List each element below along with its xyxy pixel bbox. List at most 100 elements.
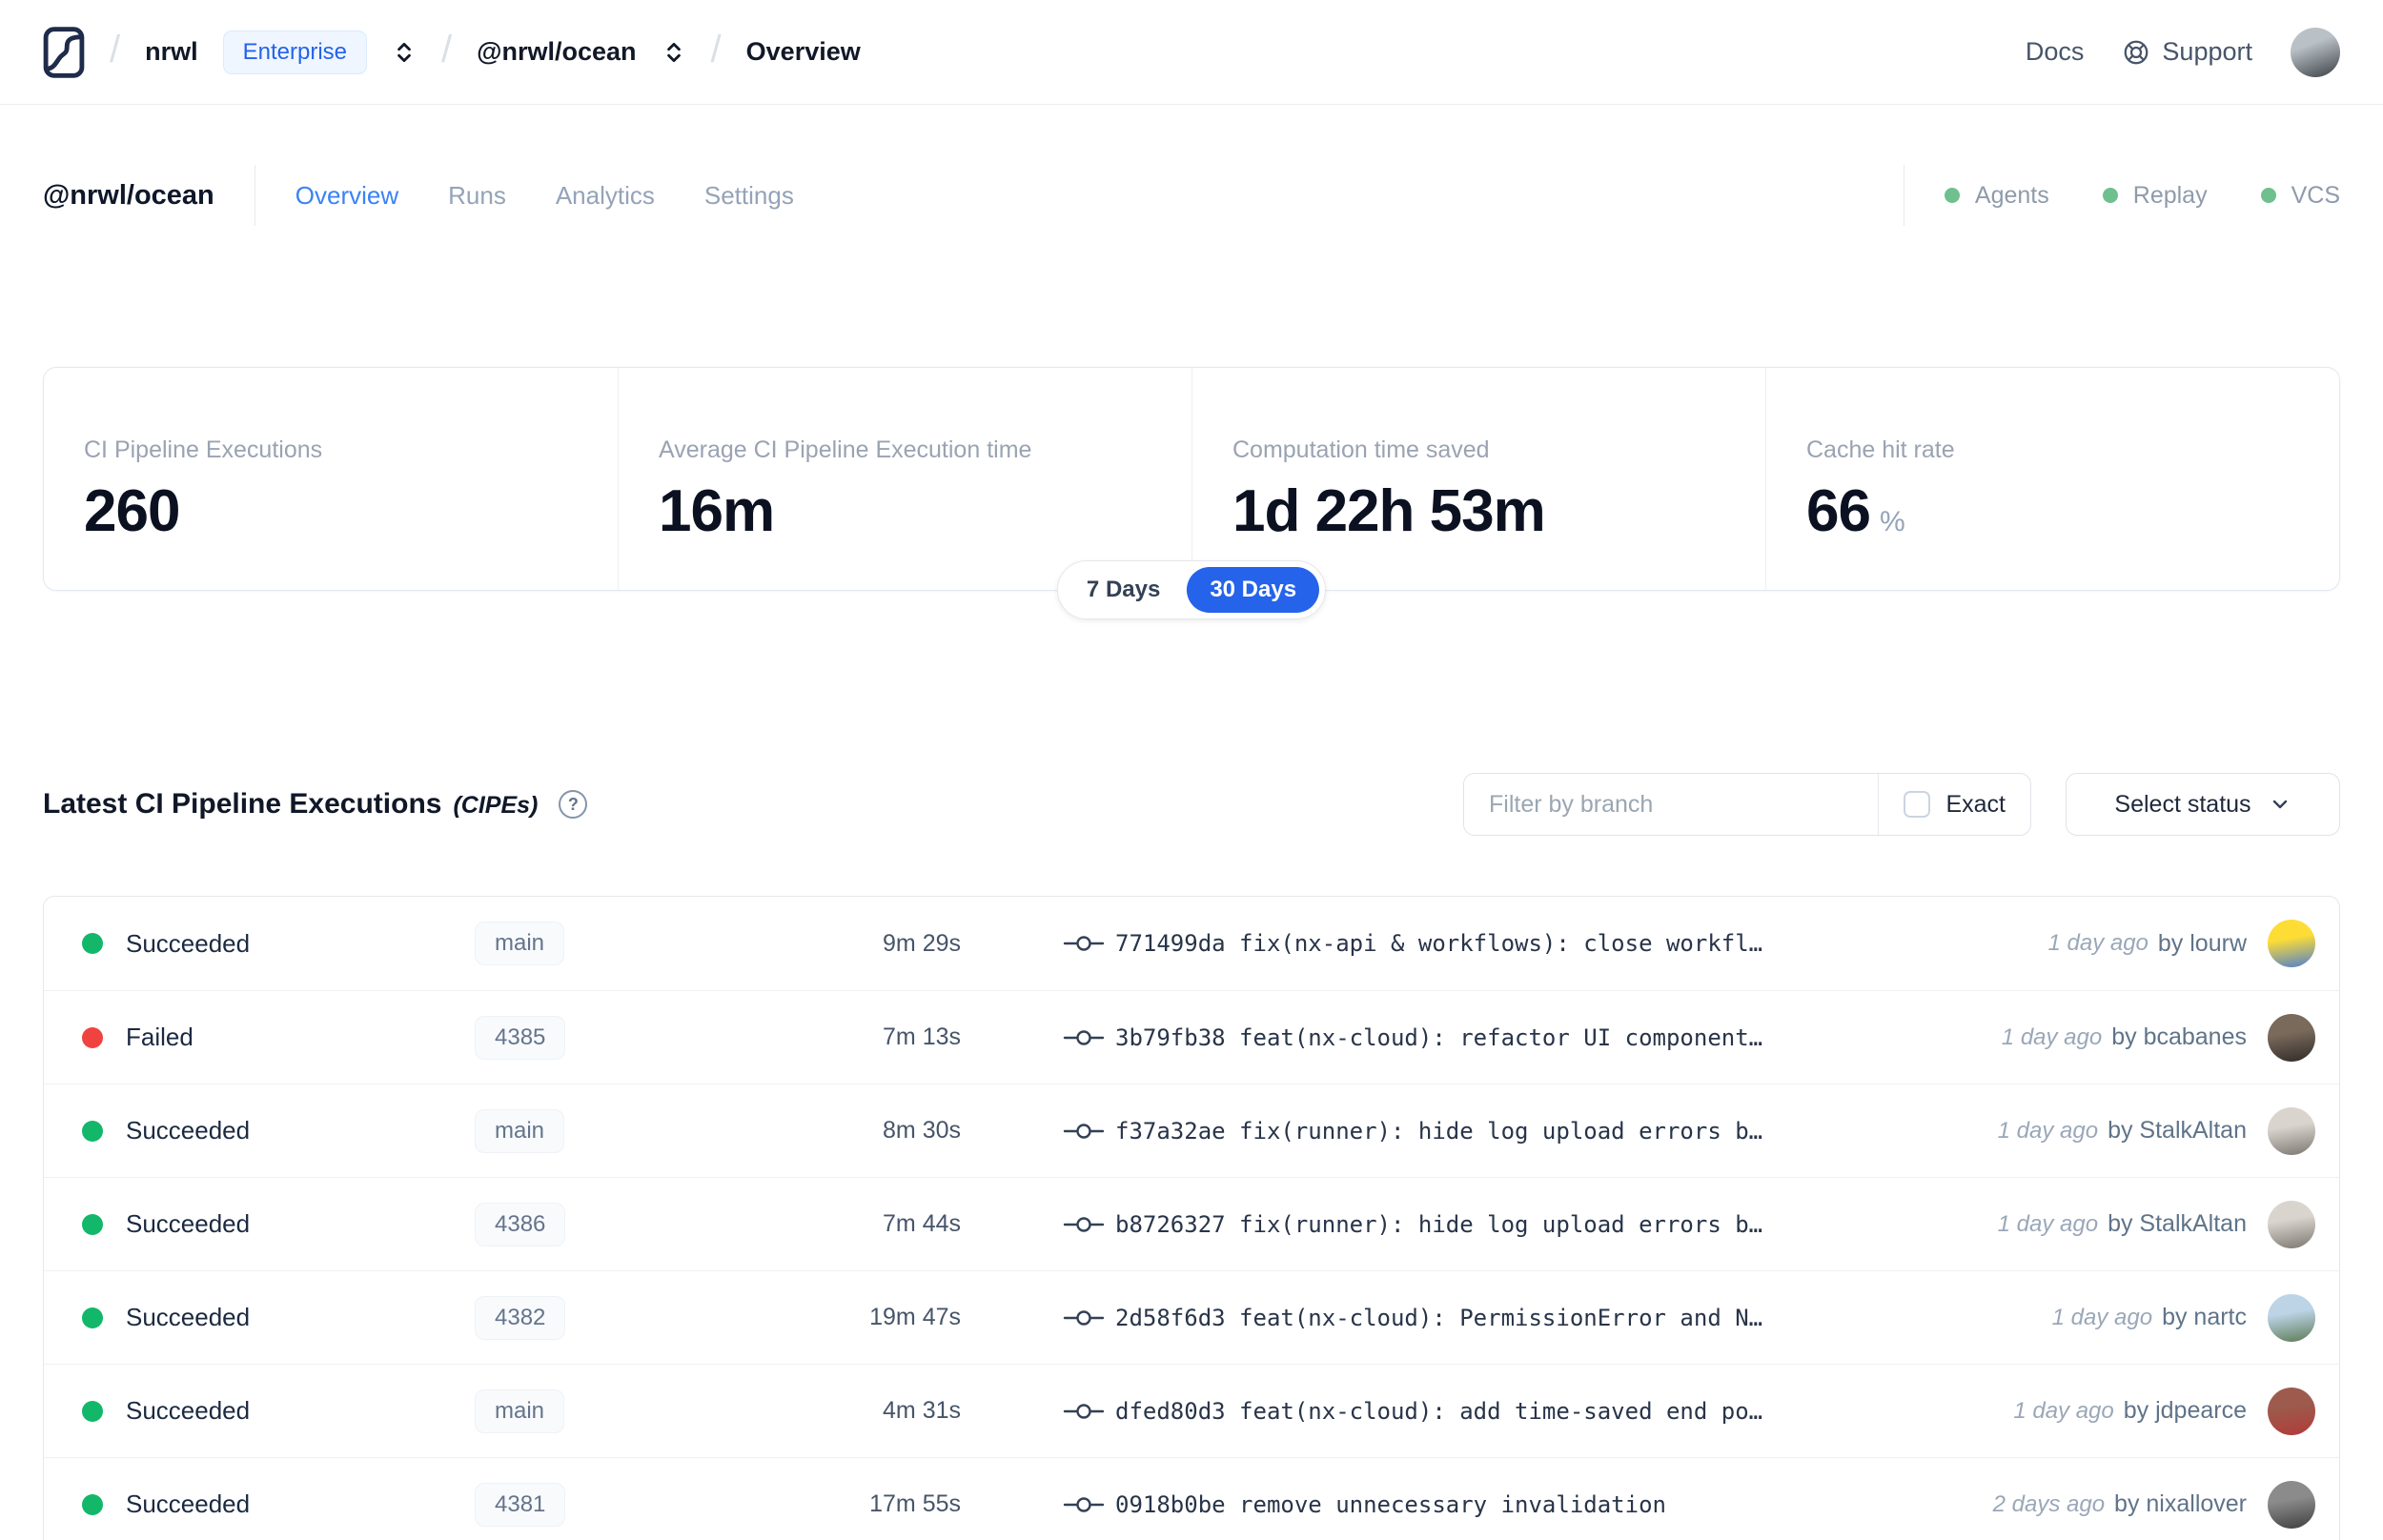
cipe-title-text: Latest CI Pipeline Executions bbox=[43, 788, 442, 820]
org-selector-chevrons-icon[interactable] bbox=[392, 38, 417, 67]
branch-cell: 4382 bbox=[456, 1295, 684, 1340]
cipe-status: Failed bbox=[126, 1023, 193, 1051]
exact-checkbox[interactable] bbox=[1904, 791, 1931, 818]
commit-message[interactable]: 771499da fix(nx-api & workflows): close … bbox=[1115, 930, 1762, 957]
branch-filter-input[interactable] bbox=[1464, 774, 1879, 835]
author-avatar bbox=[2268, 1480, 2315, 1529]
status-link-label: VCS bbox=[2291, 181, 2340, 209]
cipe-time-ago: 2 days ago bbox=[1992, 1490, 2106, 1517]
git-commit-icon bbox=[1062, 1399, 1106, 1424]
branch-pill[interactable]: 4382 bbox=[475, 1295, 566, 1340]
cipe-time-ago: 1 day ago bbox=[1997, 1210, 2099, 1237]
breadcrumb-workspace[interactable]: @nrwl/ocean bbox=[477, 37, 636, 67]
status-link-agents[interactable]: Agents bbox=[1944, 181, 2049, 210]
exact-label: Exact bbox=[1945, 790, 2006, 818]
breadcrumb-separator: / bbox=[441, 29, 453, 71]
stat-value: 1d 22h 53m bbox=[1232, 478, 1546, 544]
branch-pill[interactable]: 4381 bbox=[475, 1482, 566, 1527]
cipe-status: Succeeded bbox=[126, 928, 251, 958]
cipe-duration: 7m 13s bbox=[883, 1023, 961, 1050]
cipe-row[interactable]: Failed 4385 7m 13s 3b79fb38 feat(nx-clou… bbox=[44, 990, 2339, 1084]
status-dot bbox=[82, 1493, 103, 1515]
commit-message[interactable]: 0918b0be remove unnecessary invalidation bbox=[1115, 1491, 1666, 1518]
cipe-time-ago: 1 day ago bbox=[2047, 930, 2149, 956]
stat-label: CI Pipeline Executions bbox=[84, 436, 323, 463]
branch-cell: main bbox=[456, 1108, 684, 1153]
author-avatar bbox=[2268, 1200, 2315, 1248]
help-icon[interactable]: ? bbox=[559, 790, 588, 819]
breadcrumb-org[interactable]: nrwl bbox=[145, 37, 198, 67]
cipe-duration: 9m 29s bbox=[883, 929, 961, 957]
status-link-label: Agents bbox=[1974, 181, 2049, 209]
docs-link[interactable]: Docs bbox=[2026, 37, 2085, 67]
workspace-selector-chevrons-icon[interactable] bbox=[662, 38, 686, 67]
breadcrumb-separator: / bbox=[110, 29, 121, 71]
git-commit-icon bbox=[1062, 1306, 1106, 1330]
cipe-heading-row: Latest CI Pipeline Executions (CIPEs) ? E… bbox=[43, 772, 2340, 837]
cipe-table: Succeeded main 9m 29s 771499da fix(nx-ap… bbox=[43, 896, 2340, 1540]
author-avatar bbox=[2268, 1387, 2315, 1435]
green-dot-icon bbox=[2260, 188, 2276, 203]
user-avatar[interactable] bbox=[2291, 27, 2340, 77]
cipe-row[interactable]: Succeeded 4386 7m 44s b8726327 fix(runne… bbox=[44, 1177, 2339, 1270]
range-option-30-days[interactable]: 30 Days bbox=[1187, 567, 1320, 613]
tab-settings[interactable]: Settings bbox=[704, 181, 794, 211]
green-dot-icon bbox=[1944, 188, 1960, 203]
cipe-status: Succeeded bbox=[126, 1303, 251, 1331]
cipe-meta: 1 day ago by lourw bbox=[2047, 930, 2247, 958]
author-avatar bbox=[2268, 1293, 2315, 1342]
stat-card: CI Pipeline Executions 260 bbox=[44, 368, 618, 590]
cipe-status: Succeeded bbox=[126, 1396, 251, 1425]
branch-pill[interactable]: main bbox=[475, 1388, 565, 1433]
cipe-row[interactable]: Succeeded main 4m 31s dfed80d3 feat(nx-c… bbox=[44, 1364, 2339, 1457]
cipe-row[interactable]: Succeeded 4382 19m 47s 2d58f6d3 feat(nx-… bbox=[44, 1270, 2339, 1364]
support-link[interactable]: Support bbox=[2122, 37, 2252, 67]
branch-cell: 4385 bbox=[456, 1015, 684, 1060]
support-label: Support bbox=[2162, 37, 2252, 66]
select-status-label: Select status bbox=[2114, 790, 2251, 818]
branch-pill[interactable]: main bbox=[475, 922, 565, 965]
git-commit-icon bbox=[1062, 1492, 1106, 1517]
commit-message[interactable]: b8726327 fix(runner): hide log upload er… bbox=[1115, 1211, 1762, 1238]
nx-cloud-logo-icon[interactable] bbox=[43, 26, 85, 78]
range-option-7-days[interactable]: 7 Days bbox=[1064, 567, 1183, 613]
author-avatar bbox=[2268, 1013, 2315, 1062]
branch-pill[interactable]: 4386 bbox=[475, 1202, 566, 1246]
stat-value: 260 bbox=[84, 478, 180, 544]
cipe-row[interactable]: Succeeded main 9m 29s 771499da fix(nx-ap… bbox=[44, 897, 2339, 990]
cipe-author: by nixallover bbox=[2114, 1490, 2247, 1517]
status-dot bbox=[82, 933, 103, 954]
git-commit-icon bbox=[1062, 931, 1106, 956]
stat-card: Computation time saved 1d 22h 53m bbox=[1192, 368, 1765, 590]
tab-runs[interactable]: Runs bbox=[448, 181, 506, 211]
branch-pill[interactable]: main bbox=[475, 1108, 565, 1153]
workspace-status-indicators: Agents Replay VCS bbox=[1944, 181, 2340, 210]
select-status-dropdown[interactable]: Select status bbox=[2066, 773, 2340, 836]
cipe-time-ago: 1 day ago bbox=[1997, 1117, 2099, 1144]
status-link-vcs[interactable]: VCS bbox=[2260, 181, 2340, 210]
status-link-label: Replay bbox=[2132, 181, 2208, 209]
cipe-author: by jdpearce bbox=[2123, 1397, 2247, 1424]
stat-card: Cache hit rate 66% bbox=[1765, 368, 2339, 590]
cipe-status: Succeeded bbox=[126, 1116, 251, 1145]
commit-message[interactable]: dfed80d3 feat(nx-cloud): add time-saved … bbox=[1115, 1398, 1762, 1425]
cipe-row[interactable]: Succeeded main 8m 30s f37a32ae fix(runne… bbox=[44, 1084, 2339, 1177]
cipe-duration: 7m 44s bbox=[883, 1210, 961, 1237]
cipe-meta: 1 day ago by nartc bbox=[2052, 1304, 2247, 1331]
commit-message[interactable]: 3b79fb38 feat(nx-cloud): refactor UI com… bbox=[1115, 1024, 1762, 1051]
status-dot bbox=[82, 1213, 103, 1235]
cipe-meta: 1 day ago by StalkAltan bbox=[1998, 1210, 2247, 1238]
cipe-row[interactable]: Succeeded 4381 17m 55s 0918b0be remove u… bbox=[44, 1457, 2339, 1540]
tab-analytics[interactable]: Analytics bbox=[556, 181, 655, 211]
commit-message[interactable]: 2d58f6d3 feat(nx-cloud): PermissionError… bbox=[1115, 1305, 1762, 1331]
status-dot bbox=[82, 1400, 103, 1422]
commit-message[interactable]: f37a32ae fix(runner): hide log upload er… bbox=[1115, 1118, 1762, 1145]
status-link-replay[interactable]: Replay bbox=[2102, 181, 2208, 210]
cipe-duration: 17m 55s bbox=[869, 1490, 961, 1517]
stat-label: Average CI Pipeline Execution time bbox=[659, 436, 1032, 463]
tab-overview[interactable]: Overview bbox=[295, 181, 398, 211]
git-commit-icon bbox=[1062, 1025, 1106, 1050]
branch-pill[interactable]: 4385 bbox=[475, 1015, 566, 1060]
cipe-meta: 1 day ago by StalkAltan bbox=[1998, 1117, 2247, 1145]
branch-filter-group: Exact bbox=[1463, 773, 2031, 836]
